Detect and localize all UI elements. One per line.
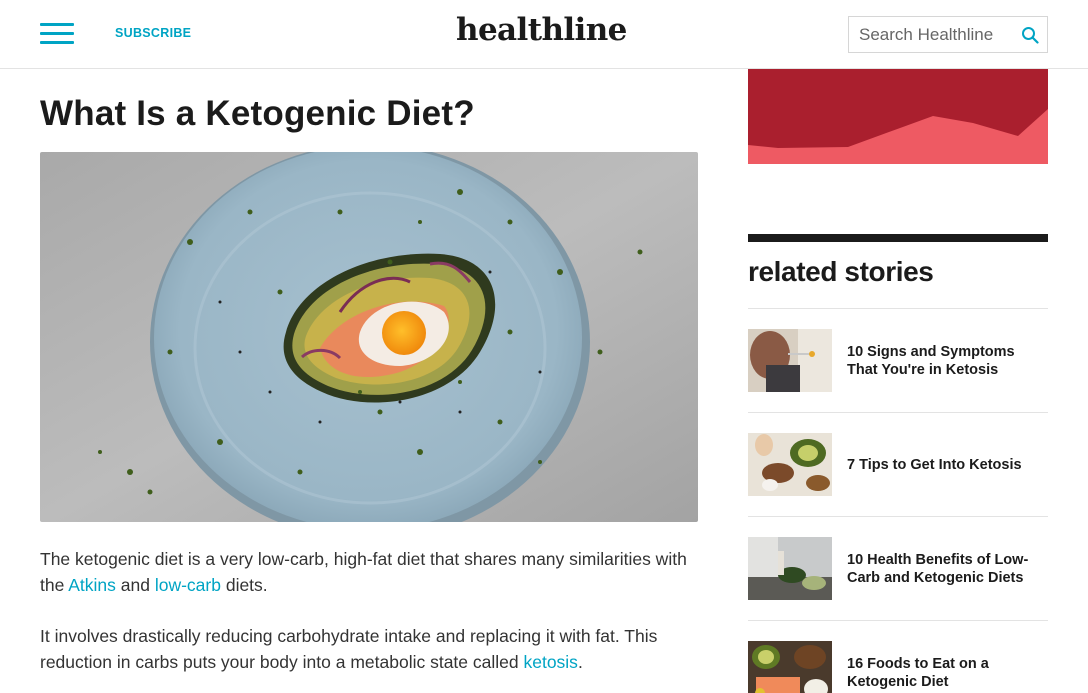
related-story-thumbnail[interactable] [748, 537, 832, 600]
healthline-logo[interactable]: healthline [456, 12, 627, 48]
hero-image [40, 152, 698, 522]
related-story-thumbnail[interactable] [748, 329, 832, 392]
ketosis-link[interactable]: ketosis [523, 652, 577, 672]
atkins-link[interactable]: Atkins [68, 575, 116, 595]
site-header: SUBSCRIBE healthline [0, 0, 1088, 69]
ad-graphic [748, 69, 1048, 164]
related-stories-divider [748, 234, 1048, 242]
low-carb-link[interactable]: low-carb [155, 575, 221, 595]
cooking-vegetables-image [748, 537, 832, 600]
article-title: What Is a Ketogenic Diet? [40, 94, 475, 133]
keto-food-spread-image [748, 641, 832, 693]
related-story-item[interactable]: 10 Health Benefits of Low-Carb and Ketog… [748, 516, 1048, 620]
avocado-egg-plate-image [40, 152, 698, 522]
related-story-item[interactable]: 16 Foods to Eat on a Ketogenic Diet [748, 620, 1048, 693]
menu-icon-line [40, 32, 74, 35]
related-story-item[interactable]: 10 Signs and Symptoms That You're in Ket… [748, 308, 1048, 412]
search-icon[interactable] [1021, 26, 1039, 44]
paragraph-text: and [115, 575, 155, 595]
menu-icon-line [40, 23, 74, 26]
article-paragraph: It involves drastically reducing carbohy… [40, 623, 705, 675]
related-story-title[interactable]: 16 Foods to Eat on a Ketogenic Diet [847, 621, 1042, 693]
search-input[interactable] [849, 17, 1014, 52]
article-paragraph: The ketogenic diet is a very low-carb, h… [40, 546, 705, 598]
subscribe-link[interactable]: SUBSCRIBE [115, 26, 191, 40]
menu-icon-line [40, 41, 74, 44]
related-story-item[interactable]: 7 Tips to Get Into Ketosis [748, 412, 1048, 516]
search-box [848, 16, 1048, 53]
related-story-title[interactable]: 10 Signs and Symptoms That You're in Ket… [847, 309, 1042, 412]
related-stories-list: 10 Signs and Symptoms That You're in Ket… [748, 308, 1048, 693]
related-story-title[interactable]: 10 Health Benefits of Low-Carb and Ketog… [847, 517, 1042, 620]
paragraph-text: . [577, 652, 583, 672]
related-story-thumbnail[interactable] [748, 433, 832, 496]
advertisement-banner[interactable] [748, 69, 1048, 164]
related-story-title[interactable]: 7 Tips to Get Into Ketosis [847, 413, 1042, 516]
menu-icon[interactable] [40, 23, 74, 45]
woman-eating-image [748, 329, 832, 392]
keto-foods-image [748, 433, 832, 496]
paragraph-text: diets. [220, 575, 268, 595]
related-stories-heading: related stories [748, 256, 934, 287]
related-story-thumbnail[interactable] [748, 641, 832, 693]
